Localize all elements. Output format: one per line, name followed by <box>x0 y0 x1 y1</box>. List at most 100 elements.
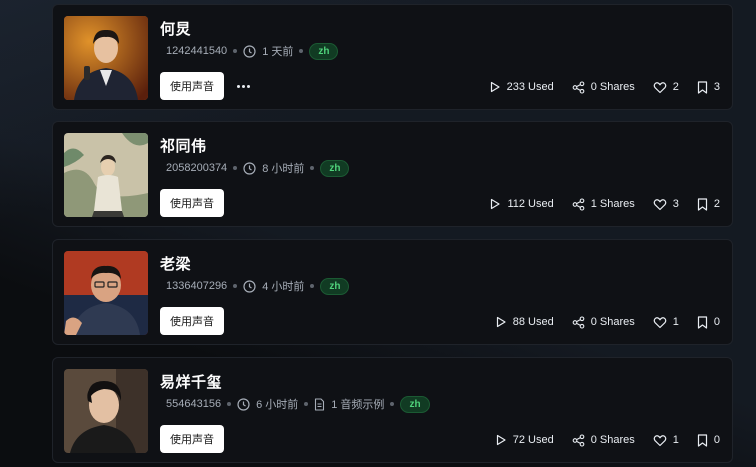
language-badge: zh <box>400 395 430 413</box>
likes-count: 1 <box>672 434 679 446</box>
voice-time: 1 天前 <box>262 46 294 58</box>
separator-dot <box>299 49 304 53</box>
heart-icon <box>653 81 667 93</box>
voice-meta: 1242441540 1 天前 zh <box>166 42 339 60</box>
used-count[interactable]: 72 Used <box>495 434 554 446</box>
saves-count: 2 <box>713 198 720 210</box>
voice-name: 何炅 <box>160 21 192 38</box>
used-label: 233 Used <box>506 81 554 93</box>
voice-id: 1242441540 <box>166 45 228 57</box>
voice-time: 4 小时前 <box>262 281 305 293</box>
used-count[interactable]: 112 Used <box>489 198 554 210</box>
file-icon <box>314 397 325 411</box>
voice-stats: 112 Used 1 Shares 3 2 <box>489 195 720 213</box>
play-icon <box>491 198 501 210</box>
heart-icon <box>653 198 667 210</box>
voice-card[interactable]: 老梁 1336407296 4 小时前 zh 使用声音 88 Used 0 Sh… <box>52 239 733 345</box>
voice-id: 1336407296 <box>166 280 228 292</box>
separator-dot <box>390 402 395 406</box>
voice-stats: 72 Used 0 Shares 1 0 <box>495 431 720 449</box>
clock-icon <box>243 279 256 293</box>
voice-stats: 88 Used 0 Shares 1 0 <box>495 313 720 331</box>
clock-icon <box>243 161 256 175</box>
share-icon <box>572 80 585 94</box>
more-horizontal-icon[interactable] <box>233 77 253 95</box>
use-voice-button[interactable]: 使用声音 <box>160 307 224 335</box>
use-voice-button[interactable]: 使用声音 <box>160 72 224 100</box>
separator-dot <box>233 49 238 53</box>
bookmark-button[interactable]: 0 <box>697 433 720 447</box>
voice-meta: 1336407296 4 小时前 zh <box>166 277 350 295</box>
use-voice-button[interactable]: 使用声音 <box>160 425 224 453</box>
saves-count: 3 <box>713 81 720 93</box>
used-label: 72 Used <box>512 434 554 446</box>
used-count[interactable]: 233 Used <box>489 81 554 93</box>
bookmark-icon <box>697 315 707 329</box>
share-icon <box>572 433 585 447</box>
voice-avatar <box>64 251 148 335</box>
voice-meta: 2058200374 8 小时前 zh <box>166 159 350 177</box>
share-button[interactable]: 0 Shares <box>572 80 635 94</box>
shares-label: 1 Shares <box>590 198 635 210</box>
like-button[interactable]: 1 <box>653 434 679 447</box>
shares-label: 0 Shares <box>590 316 635 328</box>
likes-count: 1 <box>672 316 679 328</box>
share-button[interactable]: 0 Shares <box>572 433 635 447</box>
like-button[interactable]: 2 <box>653 81 679 94</box>
heart-icon <box>653 434 667 446</box>
like-button[interactable]: 3 <box>653 198 679 211</box>
voice-card[interactable]: 何炅 1242441540 1 天前 zh 使用声音 233 Used 0 Sh… <box>52 4 733 110</box>
voice-time: 6 小时前 <box>256 399 299 411</box>
bookmark-button[interactable]: 0 <box>697 315 720 329</box>
play-icon <box>496 316 506 328</box>
heart-icon <box>653 316 667 328</box>
clock-icon <box>237 397 250 411</box>
bookmark-button[interactable]: 2 <box>697 197 720 211</box>
share-button[interactable]: 0 Shares <box>572 315 635 329</box>
likes-count: 2 <box>672 81 679 93</box>
voice-avatar <box>64 16 148 100</box>
separator-dot <box>310 166 315 170</box>
language-badge: zh <box>309 42 339 60</box>
share-icon <box>572 197 585 211</box>
voice-time: 8 小时前 <box>262 163 305 175</box>
use-voice-button[interactable]: 使用声音 <box>160 189 224 217</box>
used-count[interactable]: 88 Used <box>495 316 554 328</box>
used-label: 88 Used <box>512 316 554 328</box>
clock-icon <box>243 44 256 58</box>
voice-meta: 554643156 6 小时前 1 音频示例 zh <box>166 395 430 413</box>
shares-label: 0 Shares <box>590 81 635 93</box>
voice-id: 554643156 <box>166 398 222 410</box>
separator-dot <box>304 402 309 406</box>
share-button[interactable]: 1 Shares <box>572 197 635 211</box>
share-icon <box>572 315 585 329</box>
shares-label: 0 Shares <box>590 434 635 446</box>
language-badge: zh <box>320 277 350 295</box>
separator-dot <box>233 166 238 170</box>
voice-list: 何炅 1242441540 1 天前 zh 使用声音 233 Used 0 Sh… <box>0 0 756 467</box>
saves-count: 0 <box>713 316 720 328</box>
bookmark-button[interactable]: 3 <box>697 80 720 94</box>
language-badge: zh <box>320 159 350 177</box>
voice-stats: 233 Used 0 Shares 2 3 <box>489 78 720 96</box>
voice-card[interactable]: 易烊千玺 554643156 6 小时前 1 音频示例 zh 使用声音 72 U… <box>52 357 733 463</box>
like-button[interactable]: 1 <box>653 316 679 329</box>
voice-avatar <box>64 369 148 453</box>
voice-name: 易烊千玺 <box>160 374 223 391</box>
separator-dot <box>233 284 238 288</box>
voice-id: 2058200374 <box>166 162 228 174</box>
bookmark-icon <box>697 197 707 211</box>
audio-samples: 1 音频示例 <box>331 399 385 411</box>
play-icon <box>490 81 500 93</box>
saves-count: 0 <box>713 434 720 446</box>
used-label: 112 Used <box>507 198 554 210</box>
likes-count: 3 <box>672 198 679 210</box>
play-icon <box>496 434 506 446</box>
bookmark-icon <box>697 80 707 94</box>
voice-name: 老梁 <box>160 256 192 273</box>
voice-card[interactable]: 祁同伟 2058200374 8 小时前 zh 使用声音 112 Used 1 … <box>52 121 733 227</box>
voice-avatar <box>64 133 148 217</box>
bookmark-icon <box>697 433 707 447</box>
separator-dot <box>227 402 232 406</box>
separator-dot <box>310 284 315 288</box>
